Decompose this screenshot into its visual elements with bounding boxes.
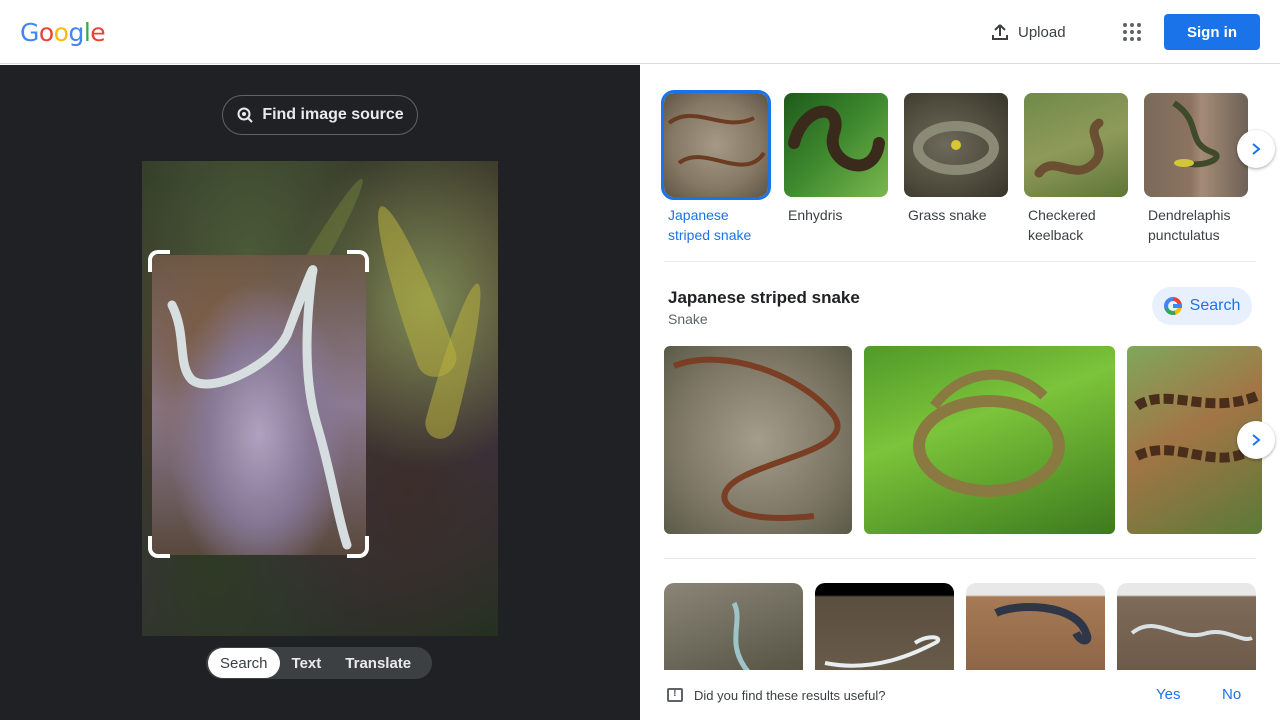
entity-suggestions: Japanese striped snake Enhydris Grass sn… — [661, 90, 1248, 245]
find-image-source-button[interactable]: Find image source — [222, 95, 418, 135]
upload-icon — [992, 24, 1008, 40]
suggestion-thumbnail — [1024, 93, 1128, 197]
find-image-source-label: Find image source — [262, 106, 404, 123]
logo-letter: o — [38, 18, 54, 47]
entity-image[interactable] — [864, 346, 1115, 534]
crop-handle-top-left[interactable] — [148, 250, 170, 272]
crop-handle-bottom-left[interactable] — [148, 536, 170, 558]
suggestion-japanese-striped-snake[interactable]: Japanese striped snake — [661, 90, 771, 245]
google-logo[interactable]: Google — [20, 18, 106, 47]
entity-images-next-button[interactable] — [1237, 421, 1275, 459]
chevron-right-icon — [1252, 143, 1261, 155]
sign-in-button[interactable]: Sign in — [1164, 14, 1260, 50]
feedback-no-button[interactable]: No — [1222, 686, 1241, 703]
suggestion-thumbnail — [904, 93, 1008, 197]
upload-button[interactable]: Upload — [990, 18, 1066, 46]
entity-title: Japanese striped snake — [668, 288, 860, 307]
snake-shape — [167, 265, 352, 550]
visual-match-image[interactable] — [664, 583, 803, 683]
divider — [664, 558, 1256, 559]
visual-match-image[interactable] — [966, 583, 1105, 683]
suggestion-checkered-keelback[interactable]: Checkered keelback — [1024, 93, 1128, 245]
tab-search[interactable]: Search — [208, 648, 280, 678]
tab-text[interactable]: Text — [280, 648, 334, 678]
google-g-icon — [1163, 297, 1182, 315]
lens-image-pane: Find image source Search Text Translate — [0, 65, 640, 720]
suggestion-label: Dendrelaphis punctulatus — [1148, 207, 1231, 243]
uploaded-image[interactable] — [142, 161, 498, 636]
top-bar: Google Upload Sign in — [0, 0, 1280, 64]
suggestion-label: Japanese striped snake — [668, 207, 752, 243]
visual-match-image[interactable] — [1117, 583, 1256, 683]
suggestion-label: Checkered keelback — [1028, 207, 1096, 243]
tab-translate[interactable]: Translate — [333, 648, 423, 678]
chevron-right-icon — [1252, 434, 1261, 446]
logo-letter: g — [68, 18, 84, 47]
suggestion-label: Grass snake — [908, 207, 987, 223]
entity-search-label: Search — [1189, 297, 1241, 314]
logo-letter: o — [53, 18, 69, 47]
suggestion-thumbnail — [661, 90, 771, 200]
logo-letter: G — [20, 18, 39, 47]
suggestion-dendrelaphis-punctulatus[interactable]: Dendrelaphis punctulatus — [1144, 93, 1248, 245]
crop-handle-bottom-right[interactable] — [347, 536, 369, 558]
lens-mode-tabs: Search Text Translate — [206, 647, 432, 679]
crop-handle-top-right[interactable] — [347, 250, 369, 272]
suggestion-grass-snake[interactable]: Grass snake — [904, 93, 1008, 245]
divider — [664, 261, 1256, 262]
feedback-question: Did you find these results useful? — [694, 688, 886, 703]
lens-search-icon — [237, 107, 254, 123]
entity-search-button[interactable]: Search — [1152, 287, 1252, 325]
feedback-bar: Did you find these results useful? Yes N… — [640, 670, 1280, 720]
feedback-yes-button[interactable]: Yes — [1156, 686, 1180, 703]
crop-selection[interactable] — [152, 255, 366, 555]
suggestion-enhydris[interactable]: Enhydris — [784, 93, 888, 245]
upload-label: Upload — [1018, 23, 1066, 41]
suggestion-thumbnail — [784, 93, 888, 197]
visual-match-image[interactable] — [815, 583, 954, 683]
suggestion-label: Enhydris — [788, 207, 843, 223]
feedback-icon — [667, 687, 683, 702]
logo-letter: e — [90, 18, 106, 47]
apps-grid-icon[interactable] — [1118, 18, 1146, 46]
entity-subtitle: Snake — [668, 311, 708, 327]
suggestions-next-button[interactable] — [1237, 130, 1275, 168]
results-pane: Japanese striped snake Enhydris Grass sn… — [640, 65, 1280, 720]
suggestion-thumbnail — [1144, 93, 1248, 197]
entity-image[interactable] — [664, 346, 852, 534]
